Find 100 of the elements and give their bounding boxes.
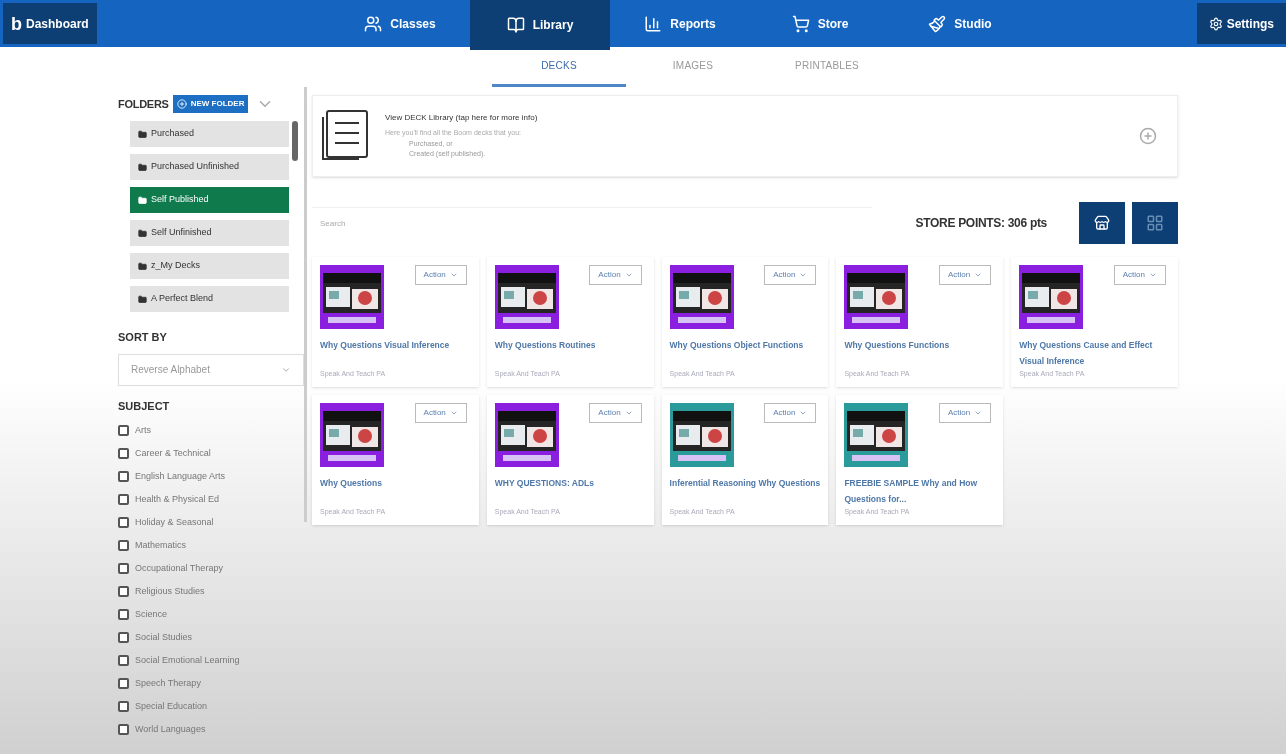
action-dropdown[interactable]: Action xyxy=(938,265,992,285)
checkbox[interactable] xyxy=(118,447,129,459)
search-field[interactable]: Search xyxy=(312,207,872,239)
nav-tab[interactable]: Library xyxy=(470,0,610,50)
grid-view-button[interactable] xyxy=(1132,202,1178,244)
folder-icon xyxy=(138,195,147,205)
folder-icon xyxy=(138,162,147,172)
subject-label: World Languages xyxy=(135,723,206,736)
plus-icon xyxy=(176,99,187,109)
subject-label: Career & Technical xyxy=(135,447,211,460)
checkbox[interactable] xyxy=(118,539,129,551)
subject-label: Speech Therapy xyxy=(135,677,201,690)
folder-item[interactable]: z_My Decks xyxy=(130,253,289,279)
deck-title[interactable]: Why Questions Cause and Effect Visual Inference xyxy=(1019,337,1170,369)
action-dropdown[interactable]: Action xyxy=(414,265,467,285)
checkbox[interactable] xyxy=(118,562,129,574)
deck-title[interactable]: WHY QUESTIONS: ADLs xyxy=(494,475,646,491)
folder-item[interactable]: Purchased xyxy=(130,121,289,147)
checkbox[interactable] xyxy=(118,723,129,735)
caret-icon xyxy=(449,271,458,279)
folder-item[interactable]: A Perfect Blend xyxy=(130,286,289,312)
caret-icon xyxy=(799,271,808,279)
deck-title[interactable]: Why Questions Functions xyxy=(844,337,996,353)
caret-icon xyxy=(449,409,458,417)
deck-title[interactable]: FREEBIE SAMPLE Why and How Questions for... xyxy=(844,475,996,507)
cart-icon xyxy=(791,14,810,33)
store-points: STORE POINTS: 306 pts xyxy=(915,215,1047,232)
subject-label: Science xyxy=(135,608,168,621)
action-dropdown[interactable]: Action xyxy=(589,265,642,285)
subject-label: Holiday & Seasonal xyxy=(135,516,214,529)
deck-title[interactable]: Why Questions Object Functions xyxy=(669,337,821,353)
brush-icon xyxy=(928,14,947,33)
store-icon xyxy=(1094,215,1110,231)
deck-title[interactable]: Why Questions Visual Inference xyxy=(320,337,471,353)
store-button[interactable] xyxy=(1079,202,1125,244)
checkbox[interactable] xyxy=(118,424,129,436)
checkbox[interactable] xyxy=(118,677,129,689)
subject-label: Religious Studies xyxy=(135,585,205,598)
caret-icon xyxy=(624,409,633,417)
sort-select[interactable]: Reverse Alphabet xyxy=(118,353,305,386)
settings-icon xyxy=(1208,16,1223,31)
subject-label: Arts xyxy=(135,424,151,437)
caret-icon xyxy=(1149,271,1157,279)
checkbox[interactable] xyxy=(118,470,129,482)
deck-title[interactable]: Why Questions xyxy=(320,475,471,491)
caret-icon xyxy=(974,271,983,279)
subject-label: Social Emotional Learning xyxy=(135,654,240,667)
sub-tab[interactable]: DECKS xyxy=(492,47,626,87)
deck-title[interactable]: Inferential Reasoning Why Questions xyxy=(669,475,821,491)
deck-title[interactable]: Why Questions Routines xyxy=(494,337,646,353)
dashboard-button[interactable]: b Dashboard xyxy=(3,3,97,44)
subject-label: Occupational Therapy xyxy=(135,562,223,575)
nav-tab[interactable]: Reports xyxy=(610,0,750,47)
subject-label: Mathematics xyxy=(135,539,187,552)
checkbox[interactable] xyxy=(118,516,129,528)
people-icon xyxy=(364,14,383,33)
folder-icon xyxy=(138,294,147,304)
checkbox[interactable] xyxy=(118,631,129,643)
folder-icon xyxy=(138,261,147,271)
caret-icon xyxy=(624,271,633,279)
folders-heading: FOLDERS xyxy=(118,96,169,112)
settings-button[interactable]: Settings xyxy=(1196,3,1286,44)
checkbox[interactable] xyxy=(118,493,129,505)
nav-tab[interactable]: Store xyxy=(750,0,890,47)
action-dropdown[interactable]: Action xyxy=(764,403,817,423)
grid-icon xyxy=(1146,214,1164,232)
scrollbar[interactable] xyxy=(292,121,298,161)
checkbox[interactable] xyxy=(118,585,129,597)
caret-icon xyxy=(799,409,808,417)
checkbox[interactable] xyxy=(118,654,129,666)
action-dropdown[interactable]: Action xyxy=(938,403,992,423)
subject-label: Health & Physical Ed xyxy=(135,493,220,506)
new-folder-button[interactable]: NEW FOLDER xyxy=(172,95,249,113)
subject-label: Social Studies xyxy=(135,631,193,644)
sub-tab[interactable]: IMAGES xyxy=(626,47,760,87)
folder-item[interactable]: Self Published xyxy=(130,187,289,213)
subject-heading: SUBJECT xyxy=(118,398,171,414)
book-icon xyxy=(506,16,525,34)
subject-label: Special Education xyxy=(135,700,208,713)
action-dropdown[interactable]: Action xyxy=(764,265,817,285)
logo: b xyxy=(11,14,22,33)
folder-item[interactable]: Purchased Unfinished xyxy=(130,154,289,180)
sub-tab[interactable]: PRINTABLES xyxy=(760,47,894,87)
subject-label: English Language Arts xyxy=(135,470,226,483)
sort-value: Reverse Alphabet xyxy=(131,363,210,377)
checkbox[interactable] xyxy=(118,700,129,712)
folder-item[interactable]: Self Unfinished xyxy=(130,220,289,246)
nav-tab[interactable]: Classes xyxy=(330,0,470,47)
caret-icon xyxy=(974,409,983,417)
bar-chart-icon xyxy=(644,14,663,33)
document-icon xyxy=(321,109,369,163)
folder-icon xyxy=(138,129,147,139)
nav-tab[interactable]: Studio xyxy=(890,0,1030,47)
action-dropdown[interactable]: Action xyxy=(1113,265,1166,285)
folder-icon xyxy=(138,228,147,238)
info-title: View DECK Library (tap here for more info) xyxy=(385,112,539,125)
action-dropdown[interactable]: Action xyxy=(589,403,642,423)
action-dropdown[interactable]: Action xyxy=(414,403,467,423)
sort-by-heading: SORT BY xyxy=(118,330,168,345)
checkbox[interactable] xyxy=(118,608,129,620)
